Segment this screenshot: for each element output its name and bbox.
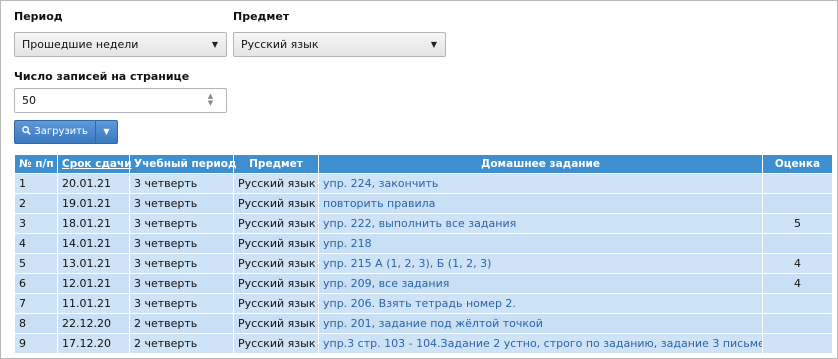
row-subject: Русский язык	[233, 313, 319, 334]
row-homework[interactable]: упр. 224, закончить	[318, 173, 763, 194]
table-row: 3 18.01.21 3 четверть Русский язык упр. 222,…	[14, 213, 833, 234]
row-subject: Русский язык	[233, 253, 319, 274]
period-label: Период	[14, 10, 63, 23]
row-grade: 5	[762, 213, 833, 234]
row-due-date: 22.12.20	[57, 313, 130, 334]
row-term: 3 четверть	[129, 253, 234, 274]
row-due-date: 12.01.21	[57, 273, 130, 294]
row-num: 5	[14, 253, 58, 274]
search-icon	[22, 126, 31, 135]
table-row: 2 19.01.21 3 четверть Русский язык повторить…	[14, 193, 833, 214]
row-homework[interactable]: упр. 209, все задания	[318, 273, 763, 294]
header-due-date[interactable]: Срок сдачи	[57, 154, 132, 174]
row-grade	[762, 313, 833, 334]
row-grade: 4	[762, 273, 833, 294]
row-term: 3 четверть	[129, 273, 234, 294]
row-due-date: 20.01.21	[57, 173, 130, 194]
row-subject: Русский язык	[233, 273, 319, 294]
table-row: 4 14.01.21 3 четверть Русский язык упр. 218	[14, 233, 833, 254]
row-subject: Русский язык	[233, 233, 319, 254]
header-num: № п/п	[14, 154, 58, 174]
per-page-label: Число записей на странице	[14, 70, 190, 83]
load-button-label: Загрузить	[34, 126, 88, 137]
load-dropdown-toggle[interactable]: ▼	[96, 121, 117, 143]
row-due-date: 19.01.21	[57, 193, 130, 214]
per-page-input[interactable]: 50 ▲ ▼	[14, 88, 227, 113]
row-homework[interactable]: упр. 206. Взять тетрадь номер 2.	[318, 293, 763, 314]
row-homework[interactable]: упр. 222, выполнить все задания	[318, 213, 763, 234]
number-spinner[interactable]: ▲ ▼	[206, 93, 215, 108]
header-grade: Оценка	[762, 154, 833, 174]
row-grade	[762, 193, 833, 214]
row-homework[interactable]: повторить правила	[318, 193, 763, 214]
row-num: 4	[14, 233, 58, 254]
row-subject: Русский язык	[233, 173, 319, 194]
chevron-down-icon: ▼	[211, 40, 218, 49]
row-term: 3 четверть	[129, 213, 234, 234]
row-subject: Русский язык	[233, 213, 319, 234]
homework-table: № п/п Срок сдачи Учебный период Предмет …	[14, 154, 833, 354]
row-grade	[762, 173, 833, 194]
row-due-date: 14.01.21	[57, 233, 130, 254]
table-row: 7 11.01.21 3 четверть Русский язык упр. 206.…	[14, 293, 833, 314]
per-page-value: 50	[22, 94, 36, 107]
row-term: 3 четверть	[129, 193, 234, 214]
row-num: 3	[14, 213, 58, 234]
row-term: 3 четверть	[129, 173, 234, 194]
row-due-date: 17.12.20	[57, 333, 130, 354]
table-row: 6 12.01.21 3 четверть Русский язык упр. 209,…	[14, 273, 833, 294]
chevron-down-icon: ▼	[430, 40, 437, 49]
row-num: 6	[14, 273, 58, 294]
row-grade	[762, 233, 833, 254]
row-homework[interactable]: упр. 215 А (1, 2, 3), Б (1, 2, 3)	[318, 253, 763, 274]
row-due-date: 11.01.21	[57, 293, 130, 314]
row-grade: 4	[762, 253, 833, 274]
row-num: 9	[14, 333, 58, 354]
row-subject: Русский язык	[233, 293, 319, 314]
chevron-down-icon: ▼	[103, 127, 110, 136]
subject-select-value: Русский язык	[241, 38, 319, 51]
row-subject: Русский язык	[233, 193, 319, 214]
row-homework[interactable]: упр. 218	[318, 233, 763, 254]
row-grade	[762, 293, 833, 314]
table-row: 8 22.12.20 2 четверть Русский язык упр. 201,…	[14, 313, 833, 334]
row-homework[interactable]: упр.3 стр. 103 - 104.Задание 2 устно, ст…	[318, 333, 763, 354]
row-num: 2	[14, 193, 58, 214]
header-term: Учебный период	[129, 154, 236, 174]
subject-label: Предмет	[233, 10, 290, 23]
row-num: 7	[14, 293, 58, 314]
row-due-date: 13.01.21	[57, 253, 130, 274]
period-select-value: Прошедшие недели	[22, 38, 139, 51]
row-term: 3 четверть	[129, 293, 234, 314]
row-due-date: 18.01.21	[57, 213, 130, 234]
row-num: 1	[14, 173, 58, 194]
load-button[interactable]: Загрузить	[15, 121, 95, 143]
table-row: 5 13.01.21 3 четверть Русский язык упр. 215 …	[14, 253, 833, 274]
load-button-group[interactable]: Загрузить ▼	[14, 120, 118, 144]
subject-select[interactable]: Русский язык ▼	[233, 32, 446, 57]
spinner-down-icon[interactable]: ▼	[206, 100, 215, 107]
row-grade	[762, 333, 833, 354]
table-row: 9 17.12.20 2 четверть Русский язык упр.3 стр…	[14, 333, 833, 354]
row-term: 3 четверть	[129, 233, 234, 254]
period-select[interactable]: Прошедшие недели ▼	[14, 32, 227, 57]
row-subject: Русский язык	[233, 333, 319, 354]
row-num: 8	[14, 313, 58, 334]
header-subject: Предмет	[233, 154, 319, 174]
row-term: 2 четверть	[129, 333, 234, 354]
table-header-row: № п/п Срок сдачи Учебный период Предмет …	[14, 154, 833, 174]
row-term: 2 четверть	[129, 313, 234, 334]
table-row: 1 20.01.21 3 четверть Русский язык упр. 224,…	[14, 173, 833, 194]
row-homework[interactable]: упр. 201, задание под жёлтой точкой	[318, 313, 763, 334]
header-homework: Домашнее задание	[318, 154, 763, 174]
